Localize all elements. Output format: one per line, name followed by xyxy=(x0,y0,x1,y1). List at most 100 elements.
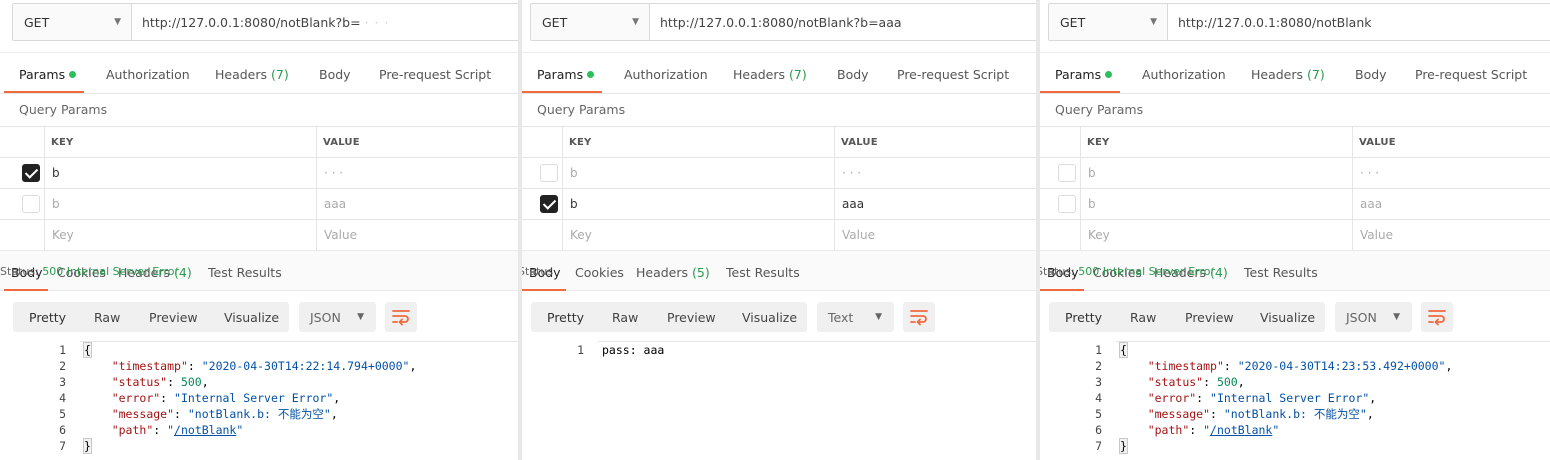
format-tab-raw[interactable]: Raw xyxy=(94,302,120,332)
format-tab-preview[interactable]: Preview xyxy=(149,302,198,332)
format-tab-visualize[interactable]: Visualize xyxy=(1260,302,1315,332)
format-tab-pretty[interactable]: Pretty xyxy=(1065,302,1102,332)
key-input[interactable]: Key xyxy=(570,228,592,242)
param-checkbox[interactable] xyxy=(1058,164,1076,182)
format-select-label: JSON xyxy=(310,310,341,325)
format-tab-pretty[interactable]: Pretty xyxy=(547,302,584,332)
key-input[interactable]: Key xyxy=(1088,228,1110,242)
line-number: 1 xyxy=(577,343,584,357)
format-tab-visualize[interactable]: Visualize xyxy=(224,302,279,332)
tab-authorization[interactable]: Authorization xyxy=(106,53,190,93)
tab-test-results[interactable]: Test Results xyxy=(208,251,282,291)
wrap-lines-button[interactable] xyxy=(903,302,935,332)
param-checkbox[interactable] xyxy=(540,195,558,213)
code-line: 4 "error": "Internal Server Error", xyxy=(0,390,518,406)
tab-response-headers[interactable]: Headers (5) xyxy=(636,251,710,291)
tab-body[interactable]: Body xyxy=(319,53,351,93)
method-select[interactable]: GET ▼ xyxy=(531,4,650,40)
tab-params[interactable]: Params xyxy=(1055,53,1113,93)
tab-authorization[interactable]: Authorization xyxy=(624,53,708,93)
code-token: "Internal Server Error" xyxy=(174,391,334,405)
code-line: 1 pass: aaa xyxy=(518,342,1036,358)
line-number: 4 xyxy=(59,391,66,405)
tab-cookies[interactable]: Cookies xyxy=(575,251,624,291)
tab-body[interactable]: Body xyxy=(1355,53,1387,93)
param-value[interactable]: · · · xyxy=(1360,166,1379,180)
status-indicator: Status xyxy=(518,265,553,278)
chevron-down-icon: ▼ xyxy=(875,312,882,322)
param-checkbox[interactable] xyxy=(1058,195,1076,213)
tab-test-results[interactable]: Test Results xyxy=(726,251,800,291)
tab-prerequest-script[interactable]: Pre-request Script xyxy=(1415,53,1527,93)
param-checkbox[interactable] xyxy=(540,164,558,182)
format-tab-label: Preview xyxy=(667,310,716,325)
method-select[interactable]: GET ▼ xyxy=(1049,4,1168,40)
format-tab-raw[interactable]: Raw xyxy=(612,302,638,332)
table-header-row: KEY VALUE xyxy=(1036,126,1550,158)
param-key[interactable]: b xyxy=(52,197,60,211)
divider xyxy=(518,93,1036,94)
param-key[interactable]: b xyxy=(1088,197,1096,211)
tab-prerequest-script[interactable]: Pre-request Script xyxy=(379,53,491,93)
value-input[interactable]: Value xyxy=(324,228,357,242)
format-select[interactable]: JSON ▼ xyxy=(299,302,376,332)
value-input[interactable]: Value xyxy=(1360,228,1393,242)
code-token: : xyxy=(1203,375,1217,389)
param-key[interactable]: b xyxy=(570,166,578,180)
param-value[interactable]: aaa xyxy=(324,197,346,211)
param-key[interactable]: b xyxy=(1088,166,1096,180)
format-tab-preview[interactable]: Preview xyxy=(1185,302,1234,332)
tab-authorization[interactable]: Authorization xyxy=(1142,53,1226,93)
column-header-value: VALUE xyxy=(1359,137,1396,148)
tab-headers[interactable]: Headers (7) xyxy=(733,53,807,93)
code-token: : xyxy=(1210,407,1224,421)
tab-prerequest-script[interactable]: Pre-request Script xyxy=(897,53,1009,93)
new-param-row: Key Value xyxy=(0,219,518,251)
active-tab-underline xyxy=(522,289,566,291)
format-tab-preview[interactable]: Preview xyxy=(667,302,716,332)
tab-headers[interactable]: Headers (7) xyxy=(1251,53,1325,93)
url-input[interactable]: http://127.0.0.1:8080/notBlank?b= · · · xyxy=(132,4,518,40)
column-header-value: VALUE xyxy=(841,137,878,148)
code-token: { xyxy=(83,342,92,358)
tab-headers[interactable]: Headers (7) xyxy=(215,53,289,93)
code-line: 5 "message": "notBlank.b: 不能为空", xyxy=(1036,406,1550,422)
chevron-down-icon: ▼ xyxy=(632,17,639,27)
value-input[interactable]: Value xyxy=(842,228,875,242)
url-input[interactable]: http://127.0.0.1:8080/notBlank xyxy=(1168,4,1550,40)
format-tab-visualize[interactable]: Visualize xyxy=(742,302,797,332)
method-label: GET xyxy=(24,14,50,30)
format-select[interactable]: Text ▼ xyxy=(817,302,894,332)
param-value[interactable]: aaa xyxy=(1360,197,1382,211)
format-select[interactable]: JSON ▼ xyxy=(1335,302,1412,332)
method-select[interactable]: GET ▼ xyxy=(13,4,132,40)
code-token: "2020-04-30T14:22:14.794+0000" xyxy=(201,359,410,373)
tab-params[interactable]: Params xyxy=(19,53,77,93)
url-input[interactable]: http://127.0.0.1:8080/notBlank?b=aaa xyxy=(650,4,1036,40)
param-key[interactable]: b xyxy=(52,166,60,180)
wrap-lines-button[interactable] xyxy=(385,302,417,332)
param-checkbox[interactable] xyxy=(22,164,40,182)
param-checkbox[interactable] xyxy=(22,195,40,213)
active-dot-icon xyxy=(69,71,77,78)
param-value[interactable]: · · · xyxy=(842,166,861,180)
tab-test-results[interactable]: Test Results xyxy=(1244,251,1318,291)
format-tab-label: Pretty xyxy=(29,310,67,325)
code-token: , xyxy=(330,407,338,421)
format-tab-label: Visualize xyxy=(224,310,280,325)
param-value[interactable]: aaa xyxy=(842,197,864,211)
format-tab-raw[interactable]: Raw xyxy=(1130,302,1156,332)
tab-params[interactable]: Params xyxy=(537,53,595,93)
tab-body[interactable]: Body xyxy=(837,53,869,93)
tab-test-results-label: Test Results xyxy=(726,265,800,280)
format-tab-pretty[interactable]: Pretty xyxy=(29,302,66,332)
query-params-title: Query Params xyxy=(19,102,108,117)
key-input[interactable]: Key xyxy=(52,228,74,242)
param-key[interactable]: b xyxy=(570,197,578,211)
param-value[interactable]: · · · xyxy=(324,166,343,180)
wrap-lines-button[interactable] xyxy=(1421,302,1453,332)
